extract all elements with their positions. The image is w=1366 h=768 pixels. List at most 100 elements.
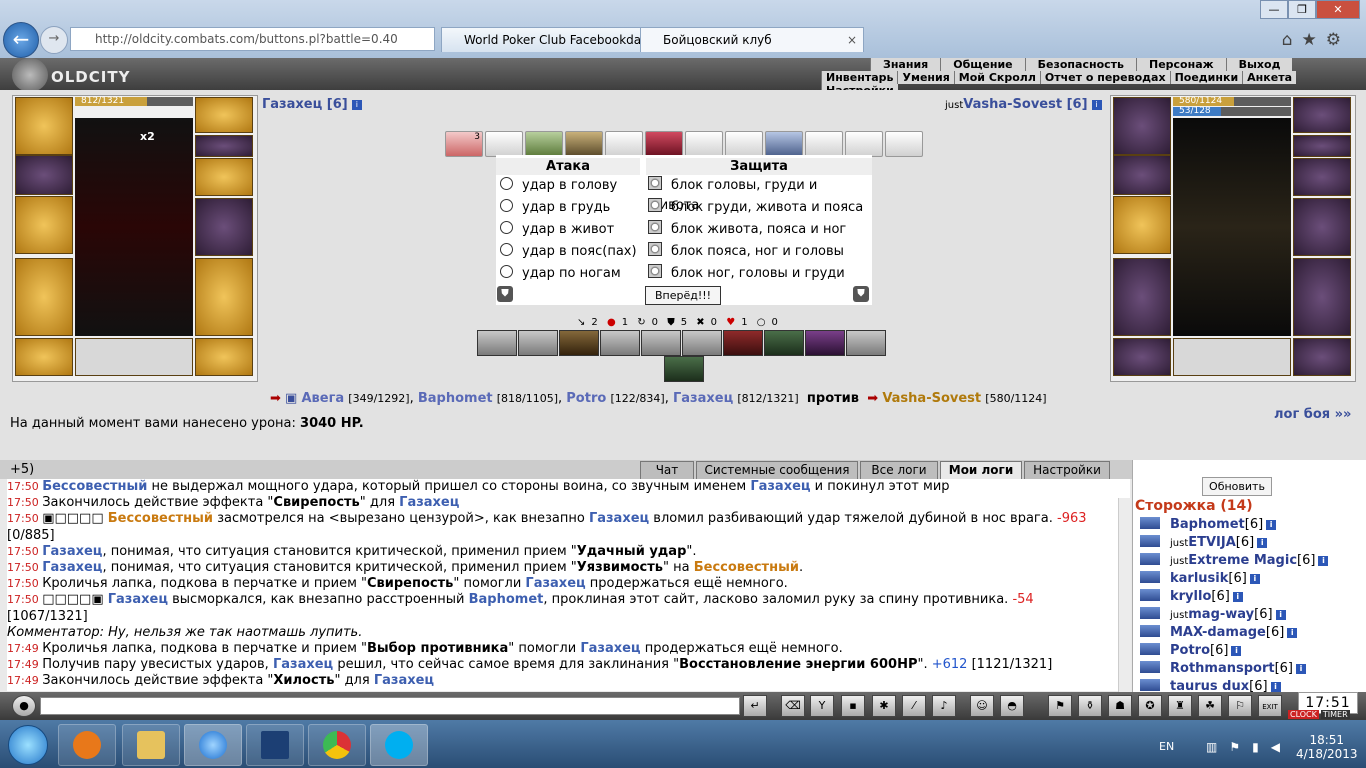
- shield-icon[interactable]: ⛊: [497, 286, 513, 302]
- back-button[interactable]: ←: [3, 22, 39, 58]
- rings-slot[interactable]: [195, 135, 253, 157]
- close-window-button[interactable]: ✕: [1316, 0, 1360, 19]
- gear-icon[interactable]: ⚙: [1326, 30, 1350, 50]
- attack-option-chest[interactable]: удар в грудь: [500, 198, 610, 218]
- player-link[interactable]: Бессовестный: [108, 511, 213, 526]
- radio-icon[interactable]: [500, 177, 513, 190]
- radio-icon[interactable]: [500, 243, 513, 256]
- filter-icon[interactable]: Y: [810, 695, 834, 717]
- taskbar-explorer[interactable]: [122, 724, 180, 766]
- private-message-icon[interactable]: [1140, 679, 1160, 691]
- private-message-icon[interactable]: [1140, 517, 1160, 529]
- info-icon[interactable]: i: [1231, 645, 1242, 656]
- menu-security[interactable]: Безопасность: [1024, 58, 1136, 71]
- player-link[interactable]: Газахец: [589, 511, 649, 526]
- card-skill[interactable]: [525, 131, 563, 157]
- online-user[interactable]: justExtreme Magic[6] i: [1140, 553, 1329, 568]
- chat-input[interactable]: [40, 697, 740, 715]
- paw-icon[interactable]: ☘: [1198, 695, 1222, 717]
- player-link[interactable]: Газахец: [580, 641, 640, 656]
- info-icon[interactable]: i: [1275, 609, 1286, 620]
- submenu-transfers[interactable]: Отчет о переводах: [1039, 71, 1170, 84]
- info-icon[interactable]: i: [1296, 663, 1307, 674]
- sort-icon[interactable]: ⁄: [902, 695, 926, 717]
- team-member[interactable]: Газахец: [673, 391, 733, 406]
- exit-icon[interactable]: EXIT: [1258, 695, 1282, 717]
- info-icon[interactable]: i: [1318, 555, 1329, 566]
- user-name[interactable]: ETVIJA: [1188, 535, 1236, 550]
- smile-menu-icon[interactable]: ●: [12, 695, 36, 717]
- info-icon[interactable]: i: [1266, 519, 1277, 530]
- helmet-slot[interactable]: [1113, 97, 1171, 155]
- opponent-pocket-slots[interactable]: [1173, 338, 1291, 376]
- radio-icon[interactable]: [648, 264, 662, 278]
- timer-label[interactable]: TIMER: [1320, 710, 1350, 719]
- player-avatar[interactable]: [75, 118, 193, 336]
- card-empty[interactable]: [845, 131, 883, 157]
- online-user[interactable]: karlusik[6] i: [1140, 571, 1260, 586]
- opponent-avatar[interactable]: [1173, 118, 1291, 336]
- attack-option-belt[interactable]: удар в пояс(пах): [500, 242, 637, 262]
- user-name[interactable]: Extreme Magic: [1188, 553, 1297, 568]
- player-link[interactable]: Газахец: [108, 592, 168, 607]
- clock-label[interactable]: CLOCK: [1288, 710, 1319, 719]
- player-link[interactable]: Газахец: [399, 495, 459, 510]
- player-link[interactable]: Бессовестный: [694, 560, 799, 575]
- close-tab-icon[interactable]: ×: [847, 28, 857, 52]
- skill-button[interactable]: [664, 356, 704, 382]
- card-skill[interactable]: [645, 131, 683, 157]
- signal-icon[interactable]: ▮: [1252, 740, 1271, 754]
- skill-button[interactable]: [477, 330, 517, 356]
- shield-icon[interactable]: ⛊: [853, 286, 869, 302]
- online-user[interactable]: kryllo[6] i: [1140, 589, 1243, 604]
- skill-button[interactable]: [682, 330, 722, 356]
- taskbar-media-player[interactable]: [58, 724, 116, 766]
- battle-log-link[interactable]: лог боя »»: [1274, 407, 1351, 422]
- player-link[interactable]: Baphomet: [469, 592, 544, 607]
- earrings-slot[interactable]: [1113, 155, 1171, 195]
- player-link[interactable]: Бессовестный: [42, 479, 147, 494]
- gloves-slot[interactable]: [1293, 158, 1351, 196]
- taskbar-ie[interactable]: [184, 724, 242, 766]
- medal-icon[interactable]: ✪: [1138, 695, 1162, 717]
- private-message-icon[interactable]: [1140, 553, 1160, 565]
- card-empty[interactable]: [685, 131, 723, 157]
- tab-my-logs[interactable]: Мои логи: [940, 461, 1022, 480]
- star-icon[interactable]: ★: [1302, 30, 1326, 50]
- radio-icon[interactable]: [648, 198, 662, 212]
- tab-all-logs[interactable]: Все логи: [860, 461, 938, 480]
- shield-slot[interactable]: [195, 198, 253, 256]
- card-empty[interactable]: [805, 131, 843, 157]
- belt-slot[interactable]: [1113, 338, 1171, 376]
- skill-button[interactable]: [559, 330, 599, 356]
- defense-option-3[interactable]: блок живота, пояса и ног: [648, 220, 846, 240]
- private-message-icon[interactable]: [1140, 535, 1160, 547]
- maximize-button[interactable]: ❐: [1288, 0, 1316, 19]
- radio-icon[interactable]: [500, 199, 513, 212]
- info-icon[interactable]: i: [1270, 681, 1281, 692]
- tab-settings[interactable]: Настройки: [1024, 461, 1110, 480]
- bracer-slot[interactable]: [1293, 97, 1351, 133]
- radio-icon[interactable]: [648, 220, 662, 234]
- radio-icon[interactable]: [648, 176, 662, 190]
- skill-button[interactable]: [518, 330, 558, 356]
- user-name[interactable]: kryllo: [1170, 589, 1211, 604]
- player-link[interactable]: Газахец: [525, 576, 585, 591]
- mask-icon[interactable]: ☗: [1108, 695, 1132, 717]
- submenu-battles[interactable]: Поединки: [1169, 71, 1243, 84]
- online-user[interactable]: MAX-damage[6] i: [1140, 625, 1298, 640]
- radio-icon[interactable]: [500, 265, 513, 278]
- player-link[interactable]: Газахец: [273, 657, 333, 672]
- save-icon[interactable]: ▪: [841, 695, 865, 717]
- armor-slot[interactable]: [15, 258, 73, 336]
- gloves-slot[interactable]: [195, 158, 253, 196]
- taskbar-skype[interactable]: [370, 724, 428, 766]
- player-link[interactable]: Газахец: [750, 479, 810, 494]
- armor-slot[interactable]: [1113, 258, 1171, 336]
- card-empty[interactable]: [485, 131, 523, 157]
- card-empty[interactable]: [885, 131, 923, 157]
- private-message-icon[interactable]: [1140, 571, 1160, 583]
- online-user[interactable]: Potro[6] i: [1140, 643, 1242, 658]
- refresh-button[interactable]: Обновить: [1202, 477, 1272, 496]
- user-name[interactable]: mag-way: [1188, 607, 1254, 622]
